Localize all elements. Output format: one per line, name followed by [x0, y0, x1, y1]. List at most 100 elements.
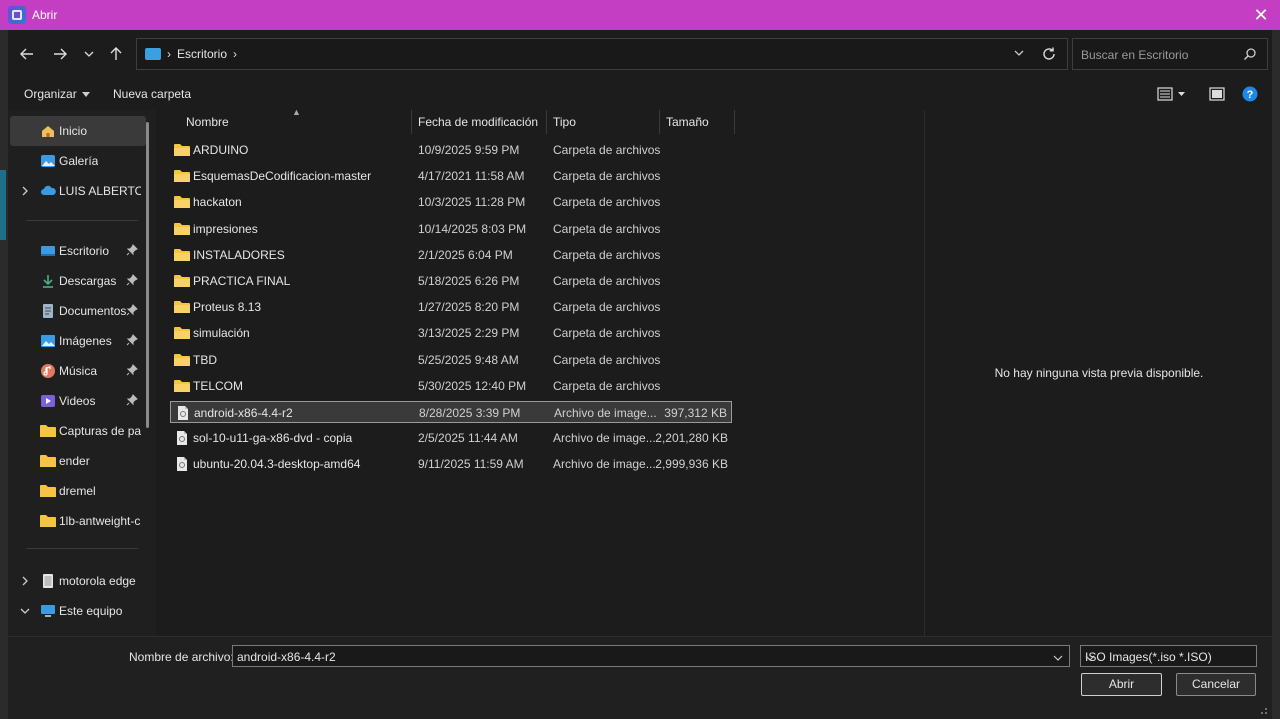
search-input[interactable] [1081, 47, 1231, 63]
file-date: 10/3/2025 11:28 PM [418, 195, 526, 210]
sidebar-item-documentos[interactable]: Documentos [10, 296, 146, 326]
column-size[interactable]: Tamaño [666, 115, 709, 129]
file-row[interactable]: ARDUINO 10/9/2025 9:59 PM Carpeta de archi… [170, 139, 732, 161]
file-date: 4/17/2021 11:58 AM [418, 169, 525, 184]
folder-icon [174, 326, 190, 340]
pin-icon[interactable] [126, 274, 138, 286]
open-button[interactable]: Abrir [1081, 673, 1162, 696]
forward-arrow-icon[interactable] [49, 43, 71, 65]
pin-icon[interactable] [126, 364, 138, 376]
file-name: PRACTICA FINAL [193, 274, 291, 288]
file-row[interactable]: TELCOM 5/30/2025 12:40 PM Carpeta de archi… [170, 375, 732, 397]
file-type: Carpeta de archivos [553, 143, 661, 157]
collapse-chevron-icon[interactable] [20, 606, 30, 616]
file-row[interactable]: ubuntu-20.04.3-desktop-amd64 9/11/2025 11… [170, 453, 732, 475]
edge-accent [0, 170, 6, 240]
breadcrumb-escritorio[interactable]: Escritorio [177, 47, 227, 61]
column-divider[interactable] [734, 110, 735, 134]
sidebar-scrollbar[interactable] [146, 122, 149, 428]
left-edge [0, 30, 8, 719]
recent-locations-chevron-icon[interactable] [78, 43, 100, 65]
file-row[interactable]: android-x86-4.4-r2 8/28/2025 3:39 PM Archi… [170, 401, 732, 423]
file-row[interactable]: hackaton 10/3/2025 11:28 PM Carpeta de arc… [170, 191, 732, 213]
new-folder-button[interactable]: Nueva carpeta [113, 87, 191, 101]
file-name: TELCOM [193, 378, 244, 393]
file-date: 2/5/2025 11:44 AM [418, 431, 518, 446]
folder-icon [174, 379, 190, 393]
search-box[interactable] [1072, 38, 1268, 70]
sidebar-item-ender[interactable]: ender [10, 446, 146, 476]
sidebar-item-imagenes[interactable]: Imágenes [10, 326, 146, 356]
close-icon[interactable]: ✕ [1252, 6, 1270, 24]
file-date: 10/9/2025 9:59 PM [418, 143, 520, 157]
breadcrumb-separator-icon[interactable]: › [233, 47, 237, 61]
back-arrow-icon[interactable] [16, 43, 38, 65]
address-dropdown-icon[interactable] [1013, 47, 1025, 62]
sidebar-item-escritorio[interactable]: Escritorio [10, 236, 146, 266]
dialog-footer: Nombre de archivo: ISO Images(*.iso *.IS… [8, 636, 1272, 719]
refresh-icon[interactable] [1041, 46, 1057, 65]
sidebar-item-videos[interactable]: Videos [10, 386, 146, 416]
navigation-bar: › Escritorio › [8, 30, 1272, 78]
file-type: Carpeta de archivos [553, 247, 661, 262]
file-type: Carpeta de archivos [553, 326, 661, 341]
filetype-dropdown-icon[interactable] [1085, 652, 1250, 666]
filename-input[interactable] [237, 649, 1037, 665]
sidebar-item-onedrive[interactable]: LUIS ALBERTO, I [10, 176, 146, 206]
filetype-select[interactable]: ISO Images(*.iso *.ISO) [1080, 645, 1257, 667]
file-date: 1/27/2025 8:20 PM [418, 300, 520, 315]
pin-icon[interactable] [126, 304, 138, 316]
column-divider[interactable] [659, 110, 660, 134]
sidebar-item-galeria[interactable]: Galería [10, 146, 146, 176]
sidebar-divider [26, 220, 138, 221]
document-icon [40, 303, 56, 319]
organize-button[interactable]: Organizar [24, 87, 90, 101]
pin-icon[interactable] [126, 394, 138, 406]
sidebar-item-musica[interactable]: Música [10, 356, 146, 386]
column-divider[interactable] [411, 110, 412, 134]
file-row[interactable]: simulación 3/13/2025 2:29 PM Carpeta de ar… [170, 322, 732, 344]
file-row[interactable]: impresiones 10/14/2025 8:03 PM Carpeta de … [170, 218, 732, 240]
help-icon[interactable]: ? [1242, 86, 1258, 105]
view-options-icon[interactable] [1156, 86, 1186, 105]
folder-icon [174, 222, 190, 236]
sidebar-item-label: Imágenes [59, 334, 112, 348]
resize-grip-icon[interactable] [1258, 705, 1268, 715]
file-name: EsquemasDeCodificacion-master [193, 169, 372, 184]
cloud-icon [40, 183, 56, 199]
sidebar-divider [26, 548, 138, 549]
cancel-button[interactable]: Cancelar [1176, 673, 1256, 696]
up-arrow-icon[interactable] [105, 43, 127, 65]
file-row[interactable]: TBD 5/25/2025 9:48 AM Carpeta de archivos [170, 349, 732, 371]
expand-chevron-icon[interactable] [20, 186, 30, 196]
address-bar[interactable]: › Escritorio › [136, 38, 1068, 70]
file-row[interactable]: PRACTICA FINAL 5/18/2025 6:26 PM Carpeta d… [170, 270, 732, 292]
filename-combobox[interactable] [232, 645, 1070, 667]
sidebar-item-label: Descargas [59, 274, 117, 288]
sidebar-item-label: Capturas de par [59, 424, 141, 438]
sidebar-item-1lb-antweight[interactable]: 1lb-antweight-c [10, 506, 146, 536]
file-row[interactable]: INSTALADORES 2/1/2025 6:04 PM Carpeta de a… [170, 244, 732, 266]
sidebar-item-inicio[interactable]: Inicio [10, 116, 146, 146]
sidebar-item-este-equipo[interactable]: Este equipo [10, 596, 146, 626]
column-header-row: ▲ Nombre Fecha de modificación Tipo Tama… [156, 107, 924, 134]
file-date: 10/14/2025 8:03 PM [418, 221, 527, 236]
column-type[interactable]: Tipo [553, 115, 576, 129]
file-name: ARDUINO [193, 143, 249, 157]
file-row[interactable]: sol-10-u11-ga-x86-dvd - copia 2/5/2025 11… [170, 427, 732, 449]
column-date[interactable]: Fecha de modificación [418, 115, 538, 129]
filename-dropdown-icon[interactable] [1053, 652, 1063, 666]
file-row[interactable]: Proteus 8.13 1/27/2025 8:20 PM Carpeta de … [170, 296, 732, 318]
pin-icon[interactable] [126, 244, 138, 256]
file-row[interactable]: EsquemasDeCodificacion-master 4/17/2021 1… [170, 165, 732, 187]
sidebar-item-dremel[interactable]: dremel [10, 476, 146, 506]
pin-icon[interactable] [126, 334, 138, 346]
expand-chevron-icon[interactable] [20, 576, 30, 586]
sidebar-item-motorola-edge[interactable]: motorola edge [10, 566, 146, 596]
column-name[interactable]: Nombre [186, 115, 229, 129]
preview-pane-icon[interactable] [1208, 86, 1226, 105]
column-divider[interactable] [546, 110, 547, 134]
sidebar-item-capturas[interactable]: Capturas de par [10, 416, 146, 446]
sidebar-item-descargas[interactable]: Descargas [10, 266, 146, 296]
search-icon[interactable] [1243, 47, 1257, 64]
